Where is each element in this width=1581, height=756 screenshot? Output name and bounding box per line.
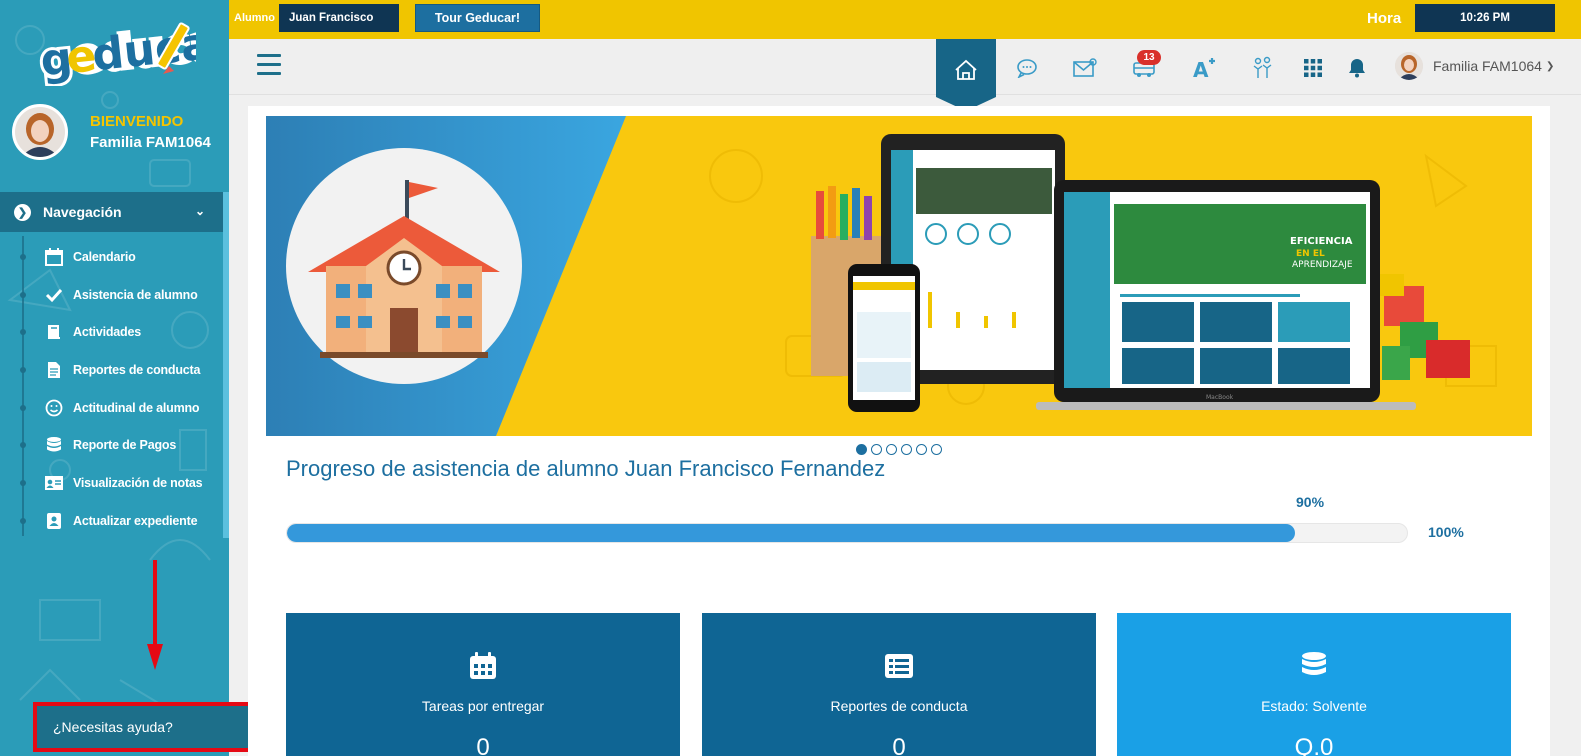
check-icon (44, 285, 64, 305)
carousel-dot[interactable] (931, 444, 942, 455)
sidebar-item-label: Calendario (73, 249, 136, 264)
calendar-icon (44, 247, 64, 267)
chevron-down-icon: ⌄ (194, 204, 205, 218)
svg-text:A: A (1193, 58, 1209, 79)
card-value: Q.0 (1294, 734, 1334, 756)
attendance-progress-fill (287, 524, 1295, 542)
document-icon (44, 360, 64, 380)
attendance-percentage: 90% (1296, 494, 1325, 510)
welcome-label: BIENVENIDO (90, 113, 184, 130)
calendar-icon (470, 652, 496, 679)
help-label: ¿Necesitas ayuda? (53, 719, 173, 735)
card-tareas[interactable]: Tareas por entregar 0 (286, 613, 680, 756)
nav-bar: 13 A Familia FAM1064 ❯ (229, 39, 1581, 111)
sidebar-item-label: Visualización de notas (73, 475, 203, 490)
tour-button[interactable]: Tour Geducar! (415, 4, 540, 32)
people-icon[interactable] (1250, 55, 1276, 81)
main-panel: EFICIENCIA EN EL APRENDIZAJE MacBook Pro… (248, 106, 1550, 756)
sidebar-item-visualizacion-notas[interactable]: Visualización de notas (0, 464, 223, 502)
time-label: Hora (1367, 10, 1402, 27)
sidebar-item-label: Reporte de Pagos (73, 438, 177, 453)
promo-banner[interactable]: EFICIENCIA EN EL APRENDIZAJE MacBook (266, 116, 1532, 436)
card-value: 0 (892, 734, 906, 756)
banner-headline-2: EN EL (1296, 249, 1325, 259)
navigation-header-label: Navegación (43, 204, 122, 220)
list-icon (885, 654, 913, 678)
chat-icon[interactable] (1014, 55, 1040, 81)
laptop-illustration: EFICIENCIA EN EL APRENDIZAJE MacBook (1036, 180, 1416, 410)
menu-icon[interactable] (257, 54, 281, 76)
sidebar-item-label: Actualizar expediente (73, 513, 198, 528)
sidebar-item-calendario[interactable]: Calendario (0, 238, 223, 276)
chevron-down-icon: ❯ (1545, 60, 1555, 72)
geducar-logo: geducar g e ducar (36, 16, 196, 86)
profile-name: Familia FAM1064 (90, 134, 211, 151)
grade-icon[interactable]: A (1191, 55, 1217, 81)
database-icon (1302, 652, 1326, 675)
carousel-dot[interactable] (856, 444, 867, 455)
card-value: 0 (476, 734, 490, 756)
card-title: Reportes de conducta (830, 698, 968, 714)
attendance-progress-title: Progreso de asistencia de alumno Juan Fr… (286, 456, 886, 481)
laptop-brand: MacBook (1206, 394, 1234, 401)
user-profile: BIENVENIDO Familia FAM1064 (12, 104, 211, 160)
sidebar-item-label: Asistencia de alumno (73, 287, 198, 302)
sidebar: geducar g e ducar BIENVENIDO Familia FAM… (0, 0, 229, 756)
smile-icon (44, 398, 64, 418)
avatar (1395, 52, 1423, 80)
mail-icon[interactable] (1072, 55, 1098, 81)
banner-headline-1: EFICIENCIA (1290, 236, 1353, 247)
id-card-icon (44, 473, 64, 493)
sidebar-item-actividades[interactable]: Actividades (0, 313, 223, 351)
carousel-dot[interactable] (901, 444, 912, 455)
card-title: Tareas por entregar (421, 698, 545, 714)
carousel-indicators (856, 444, 942, 455)
attendance-max-label: 100% (1428, 524, 1464, 540)
navigation-list: Calendario Asistencia de alumno Activida… (0, 238, 223, 540)
sidebar-item-actualizar-expediente[interactable]: Actualizar expediente (0, 502, 223, 540)
card-estado[interactable]: Estado: Solvente Q.0 (1117, 613, 1511, 756)
notification-badge: 13 (1137, 50, 1161, 65)
top-bar: Alumno Juan Francisco Tour Geducar! Hora… (229, 0, 1581, 39)
carousel-dot[interactable] (886, 444, 897, 455)
red-arrow-annotation (147, 560, 163, 670)
user-menu-label: Familia FAM1064 (1433, 58, 1542, 74)
student-selector[interactable]: Juan Francisco (279, 4, 399, 32)
sidebar-item-asistencia[interactable]: Asistencia de alumno (0, 276, 223, 314)
chevron-right-icon: ❯ (14, 203, 31, 221)
time-display: 10:26 PM (1415, 4, 1555, 32)
banner-headline-3: APRENDIZAJE (1292, 260, 1353, 270)
sidebar-item-reporte-pagos[interactable]: Reporte de Pagos (0, 426, 223, 464)
phone-illustration (848, 264, 920, 412)
navigation-header[interactable]: ❯ Navegación ⌄ (0, 192, 223, 232)
sidebar-item-label: Actividades (73, 325, 141, 340)
book-icon (44, 322, 64, 342)
card-reportes-conducta[interactable]: Reportes de conducta 0 (702, 613, 1096, 756)
sidebar-item-label: Reportes de conducta (73, 362, 201, 377)
apps-grid-icon[interactable] (1300, 55, 1326, 81)
user-menu[interactable]: Familia FAM1064 ❯ (1395, 52, 1554, 80)
student-label: Alumno (234, 12, 275, 24)
carousel-dot[interactable] (871, 444, 882, 455)
bell-icon[interactable] (1344, 55, 1370, 81)
avatar[interactable] (12, 104, 68, 160)
database-icon (44, 435, 64, 455)
sidebar-item-reportes-conducta[interactable]: Reportes de conducta (0, 351, 223, 389)
carousel-dot[interactable] (916, 444, 927, 455)
user-file-icon (44, 511, 64, 531)
home-tab[interactable] (936, 39, 996, 111)
sidebar-item-actitudinal[interactable]: Actitudinal de alumno (0, 389, 223, 427)
card-title: Estado: Solvente (1261, 698, 1367, 714)
attendance-progress-bar (286, 523, 1408, 543)
sidebar-item-label: Actitudinal de alumno (73, 400, 200, 415)
sidebar-scrollbar[interactable] (223, 192, 229, 538)
